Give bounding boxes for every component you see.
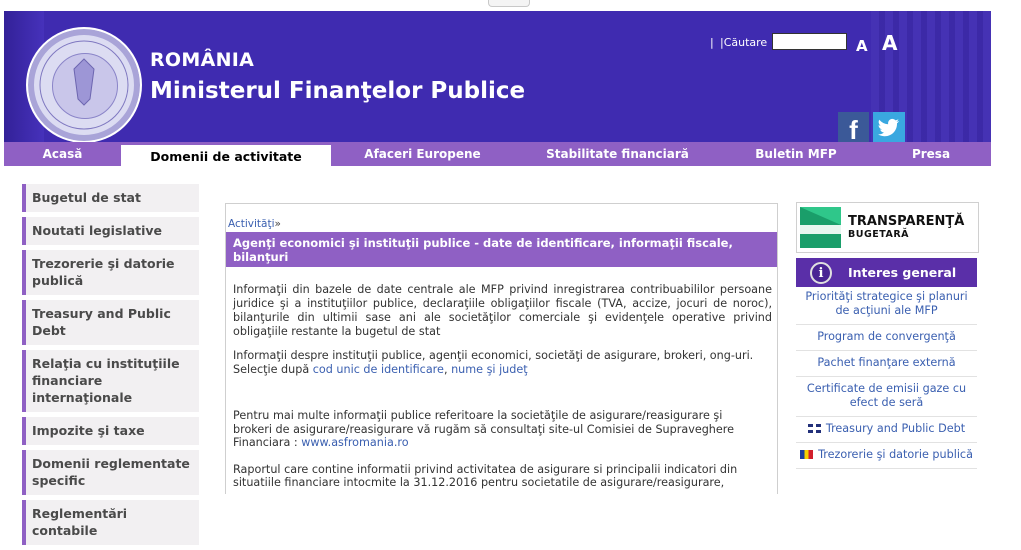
search-input[interactable] [772, 33, 847, 50]
facebook-icon[interactable]: f [838, 112, 869, 142]
link-name-county-search[interactable]: nume şi judeţ [451, 363, 528, 376]
general-interest-header: i Interes general [796, 258, 977, 287]
sidebar-item-treasury-public-debt-en[interactable]: Treasury and Public Debt [22, 300, 199, 345]
list-item: Pentru mai multe informaţii publice refe… [226, 409, 753, 450]
country-name: ROMÂNIA [150, 49, 255, 71]
main-content: Activităţi» Agenţi economici şi instituţ… [225, 203, 778, 494]
interest-link-treasury-en[interactable]: Treasury and Public Debt [796, 417, 977, 443]
search-label: |Căutare [720, 36, 768, 49]
nav-item-european-affairs[interactable]: Afaceri Europene [331, 142, 514, 166]
sidebar-item-international-institutions[interactable]: Relaţia cu instituţiile financiare inter… [22, 350, 199, 412]
site-header: ROMÂNIA Ministerul Finanţelor Publice |C… [4, 11, 991, 142]
interest-link-convergence-program[interactable]: Program de convergenţă [796, 325, 977, 351]
info-bullet-list: Pentru mai multe informaţii publice refe… [226, 409, 777, 494]
link-cui-search[interactable]: cod unic de identificare [313, 363, 444, 376]
romania-flag-icon [800, 450, 814, 459]
breadcrumb-arrow: » [274, 218, 281, 230]
interest-link-emission-certificates[interactable]: Certificate de emisii gaze cu efect de s… [796, 377, 977, 417]
uk-flag-icon [807, 424, 821, 433]
general-interest-title: Interes general [848, 265, 957, 280]
bullet-text-report: Raportul care contine informatii privind… [233, 462, 738, 490]
selection-prefix: Selecţie după [233, 363, 313, 376]
sidebar-item-state-budget[interactable]: Bugetul de stat [22, 184, 199, 212]
link-separator: , [443, 363, 452, 376]
main-navigation: Acasă Domenii de activitate Afaceri Euro… [4, 142, 991, 171]
sidebar-item-legislative-news[interactable]: Noutati legislative [22, 217, 199, 245]
decrease-font-button[interactable]: A [856, 37, 868, 55]
interest-link-treasury-ro-label: Trezorerie şi datorie publică [818, 448, 973, 461]
interest-link-external-financing[interactable]: Pachet finanţare externă [796, 351, 977, 377]
search-separator: | [710, 36, 714, 49]
general-interest-list: Priorităţi strategice şi planuri de acţi… [796, 287, 977, 469]
list-item: Raportul care contine informatii privind… [226, 463, 753, 490]
interest-link-strategic-priorities[interactable]: Priorităţi strategice şi planuri de acţi… [796, 287, 977, 325]
link-asfromania[interactable]: www.asfromania.ro [301, 436, 408, 449]
ministry-name[interactable]: Ministerul Finanţelor Publice [150, 78, 525, 104]
sidebar-item-regulated-domains[interactable]: Domenii reglementate specific [22, 450, 199, 495]
interest-link-treasury-en-label: Treasury and Public Debt [825, 422, 966, 435]
nav-item-home[interactable]: Acasă [4, 142, 121, 166]
transparency-logo-icon [800, 207, 841, 248]
transparency-subtitle: BUGETARĂ [848, 229, 910, 240]
sidebar-item-taxes[interactable]: Impozite şi taxe [22, 417, 199, 445]
nav-item-press[interactable]: Presa [871, 142, 991, 166]
budget-transparency-banner[interactable]: TRANSPARENŢĂ BUGETARĂ [796, 202, 979, 253]
transparency-title: TRANSPARENŢĂ [848, 214, 965, 229]
nav-item-financial-stability[interactable]: Stabilitate financiară [514, 142, 721, 166]
sidebar-item-treasury-public-debt-ro[interactable]: Trezorerie şi datorie publică [22, 250, 199, 295]
seal-ring-icon [39, 40, 129, 130]
page-title-bar: Agenţi economici şi instituţii publice -… [226, 232, 777, 267]
selection-description: Informaţii despre instituţii publice, ag… [233, 349, 754, 362]
twitter-icon[interactable] [873, 112, 905, 142]
interest-link-treasury-ro[interactable]: Trezorerie şi datorie publică [796, 443, 977, 469]
intro-paragraph: Informaţii din bazele de date centrale a… [233, 283, 772, 338]
nav-item-bulletin[interactable]: Buletin MFP [721, 142, 871, 166]
selection-paragraph: Informaţii despre instituţii publice, ag… [233, 349, 772, 377]
nav-item-domains[interactable]: Domenii de activitate [121, 145, 331, 171]
sidebar-menu: Bugetul de stat Noutati legislative Trez… [22, 184, 199, 550]
breadcrumb-link-activities[interactable]: Activităţi [228, 218, 275, 230]
increase-font-button[interactable]: A [882, 31, 897, 55]
window-tab-handle[interactable] [488, 0, 530, 7]
info-icon: i [810, 262, 832, 284]
sidebar-item-accounting-regulations[interactable]: Reglementări contabile [22, 500, 199, 545]
ministry-seal-logo[interactable] [26, 27, 142, 142]
page-title: Agenţi economici şi instituţii publice -… [233, 236, 733, 264]
breadcrumb: Activităţi» [228, 218, 281, 230]
